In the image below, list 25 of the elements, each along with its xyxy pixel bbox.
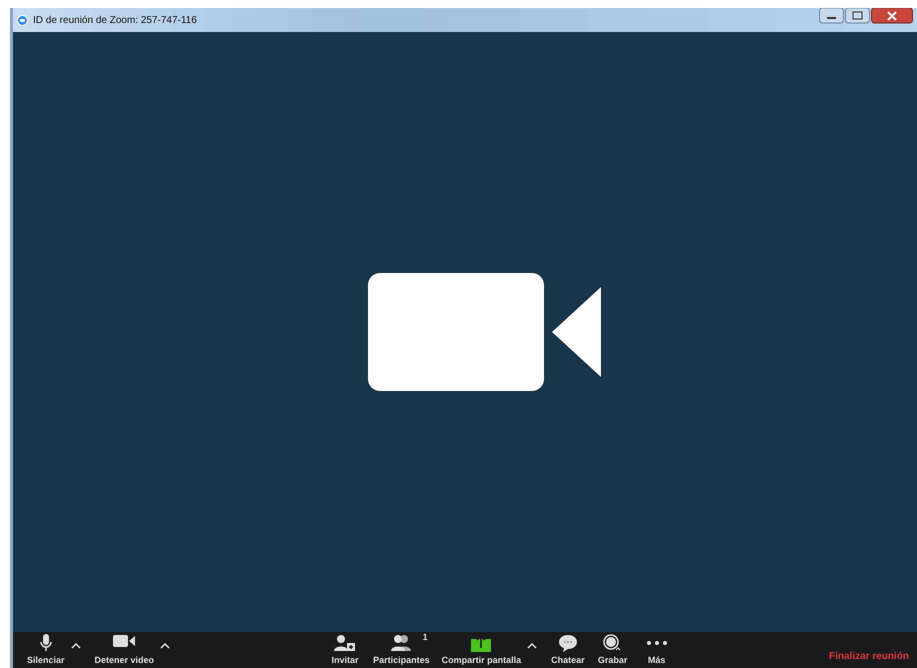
more-button[interactable]: Más xyxy=(634,632,679,668)
mic-button[interactable]: Silenciar xyxy=(21,632,71,668)
camera-icon xyxy=(113,634,136,648)
participants-button[interactable]: 1 Participantes xyxy=(367,632,436,668)
microphone-icon xyxy=(40,634,52,652)
participant-count: 1 xyxy=(422,632,428,642)
chat-button[interactable]: Chatear xyxy=(545,632,591,668)
close-button[interactable] xyxy=(871,8,913,24)
window-title: ID de reunión de Zoom: 257-747-116 xyxy=(33,14,197,26)
record-button[interactable]: Grabar xyxy=(590,632,635,668)
more-icon xyxy=(646,641,667,645)
share-button[interactable]: Compartir pantalla xyxy=(436,632,528,668)
end-meeting-button[interactable]: Finalizar reunión xyxy=(824,650,913,662)
invite-button[interactable]: Invitar xyxy=(323,632,368,668)
record-icon xyxy=(602,634,623,652)
caret-icon[interactable] xyxy=(70,643,81,649)
maximize-button[interactable] xyxy=(845,8,870,24)
app-icon xyxy=(17,14,28,26)
caret-icon[interactable] xyxy=(527,643,538,649)
people-icon xyxy=(390,634,412,652)
minimize-button[interactable] xyxy=(819,8,844,24)
caret-icon[interactable] xyxy=(160,643,170,649)
camera-button[interactable]: Detener video xyxy=(88,632,160,668)
chat-icon xyxy=(558,634,578,652)
video-camera-icon xyxy=(368,273,602,391)
